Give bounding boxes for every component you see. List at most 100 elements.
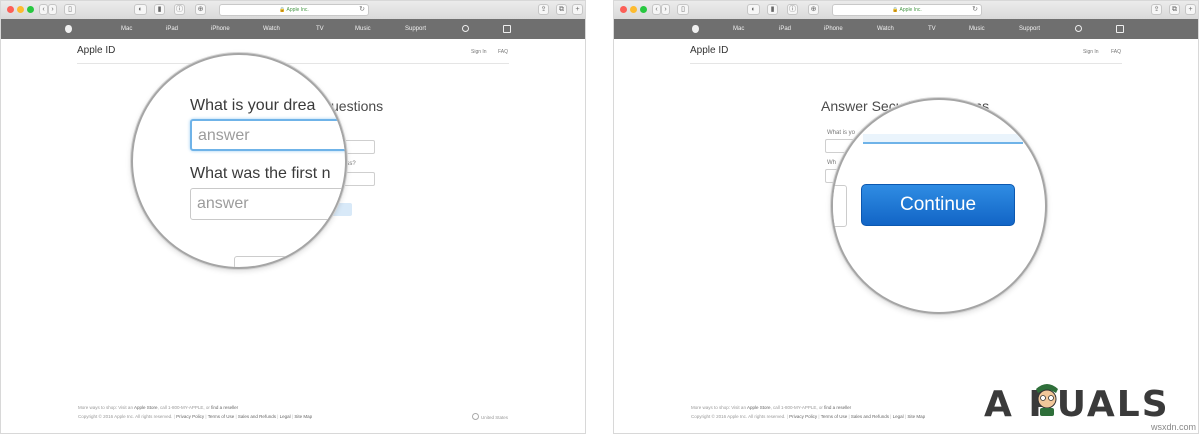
faq-link[interactable]: FAQ [498,49,508,55]
copyright-text: Copyright © 2016 Apple Inc. All rights r… [78,414,173,419]
sidebar-icon[interactable]: ▯ [677,4,689,15]
reload-icon[interactable]: ↻ [359,5,365,15]
appuals-watermark: A PUALS [984,384,1170,425]
nav-music[interactable]: Music [969,19,985,39]
close-window-button[interactable] [7,6,14,13]
info-icon[interactable]: ⓘ [174,4,185,15]
continue-button[interactable]: Continue [861,184,1015,226]
apple-store-link[interactable]: Apple Store [134,405,158,410]
sign-in-link[interactable]: Sign In [471,49,487,55]
nav-tv[interactable]: TV [316,19,324,39]
question1-label: What is yo [827,130,856,136]
appleid-subheader: Apple ID Sign In FAQ [690,39,1122,64]
question1-label: What is your drea [190,97,316,114]
nav-iphone[interactable]: iPhone [824,19,843,39]
privacy-link[interactable]: Privacy Policy [789,414,817,419]
sitemap-link[interactable]: Site Map [907,414,925,419]
zoom-window-button[interactable] [640,6,647,13]
nav-mac[interactable]: Mac [121,19,132,39]
terms-link[interactable]: Terms of Use [208,414,235,419]
nav-music[interactable]: Music [355,19,371,39]
apple-nav: Mac iPad iPhone Watch TV Music Support [1,19,585,39]
terms-link[interactable]: Terms of Use [821,414,848,419]
close-window-button[interactable] [620,6,627,13]
answer-input-zoom[interactable] [863,134,1023,144]
footer-legal: Copyright © 2016 Apple Inc. All rights r… [78,414,313,419]
apple-logo-icon[interactable] [65,25,72,33]
answer2-input[interactable]: answer [190,188,345,220]
watermark-text: A PUALS [984,384,1170,425]
question2-label-zoom: What was the first n [190,165,331,182]
reseller-link[interactable]: find a reseller [824,405,851,410]
privacy-toggle-icon[interactable]: ◐ [134,4,147,15]
share-icon[interactable]: ⇪ [1151,4,1162,15]
pocket-icon[interactable]: ▮ [767,4,778,15]
footer-shop-text: More ways to shop: Visit an Apple Store,… [691,405,851,410]
nav-iphone[interactable]: iPhone [211,19,230,39]
country-selector[interactable]: United States [471,413,508,420]
back-icon[interactable]: ‹ [39,4,48,15]
nav-watch[interactable]: Watch [263,19,280,39]
compass-icon[interactable]: ⊕ [195,4,206,15]
search-icon[interactable] [1075,25,1082,32]
form-heading: uestions [331,98,384,114]
back-icon[interactable]: ‹ [652,4,661,15]
search-icon[interactable] [462,25,469,32]
legal-link[interactable]: Legal [280,414,291,419]
nav-tv[interactable]: TV [928,19,936,39]
nav-ipad[interactable]: iPad [779,19,791,39]
faq-link[interactable]: FAQ [1111,49,1121,55]
appleid-subheader: Apple ID Sign In FAQ [77,39,509,64]
nav-mac[interactable]: Mac [733,19,744,39]
country-label: United States [480,415,508,420]
new-tab-icon[interactable]: + [572,4,583,15]
minimize-window-button[interactable] [630,6,637,13]
nav-watch[interactable]: Watch [877,19,894,39]
mascot-icon [1032,379,1062,417]
bag-icon[interactable] [503,25,511,33]
info-icon[interactable]: ⓘ [787,4,798,15]
apple-logo-icon[interactable] [692,25,699,33]
compass-icon[interactable]: ⊕ [808,4,819,15]
browser-window-right: ‹ › ▯ ◐ ▮ ⓘ ⊕ 🔒 Apple Inc. ↻ ⇪ ⧉ + Mac i… [613,0,1199,434]
reseller-link[interactable]: find a reseller [211,405,238,410]
privacy-link[interactable]: Privacy Policy [176,414,204,419]
nav-support[interactable]: Support [405,19,426,39]
apple-store-link[interactable]: Apple Store [747,405,771,410]
minimize-window-button[interactable] [17,6,24,13]
bag-icon[interactable] [1116,25,1124,33]
forward-icon[interactable]: › [48,4,57,15]
sales-link[interactable]: Sales and Refunds [238,414,276,419]
legal-link[interactable]: Legal [893,414,904,419]
footer-text-b: , call 1-800-MY-APPLE, or [157,405,210,410]
page-title: Apple ID [690,45,729,56]
address-bar[interactable]: 🔒 Apple Inc. ↻ [219,4,369,16]
magnifier-lens: Continue [831,98,1047,314]
privacy-toggle-icon[interactable]: ◐ [747,4,760,15]
apple-nav: Mac iPad iPhone Watch TV Music Support [614,19,1198,39]
new-tab-icon[interactable]: + [1185,4,1196,15]
pocket-icon[interactable]: ▮ [154,4,165,15]
address-bar[interactable]: 🔒 Apple Inc. ↻ [832,4,982,16]
share-icon[interactable]: ⇪ [538,4,549,15]
reload-icon[interactable]: ↻ [972,5,978,15]
question2-label: Wh [827,160,836,166]
zoom-window-button[interactable] [27,6,34,13]
footer-text-a: More ways to shop: Visit an [78,405,133,410]
sign-in-link[interactable]: Sign In [1083,49,1099,55]
sales-link[interactable]: Sales and Refunds [851,414,889,419]
forward-icon[interactable]: › [661,4,670,15]
lock-icon: 🔒 [279,7,286,13]
tabs-icon[interactable]: ⧉ [1169,4,1180,15]
button-outline [234,256,296,267]
address-text: Apple Inc. [899,7,922,13]
answer1-input[interactable]: answer [190,119,345,151]
tabs-icon[interactable]: ⧉ [556,4,567,15]
nav-ipad[interactable]: iPad [166,19,178,39]
nav-support[interactable]: Support [1019,19,1040,39]
sidebar-icon[interactable]: ▯ [64,4,76,15]
input-edge [833,185,847,227]
browser-window-left: ‹ › ▯ ◐ ▮ ⓘ ⊕ 🔒 Apple Inc. ↻ ⇪ ⧉ + Mac i… [0,0,586,434]
browser-toolbar: ‹ › ▯ ◐ ▮ ⓘ ⊕ 🔒 Apple Inc. ↻ ⇪ ⧉ + [1,1,585,20]
sitemap-link[interactable]: Site Map [294,414,312,419]
